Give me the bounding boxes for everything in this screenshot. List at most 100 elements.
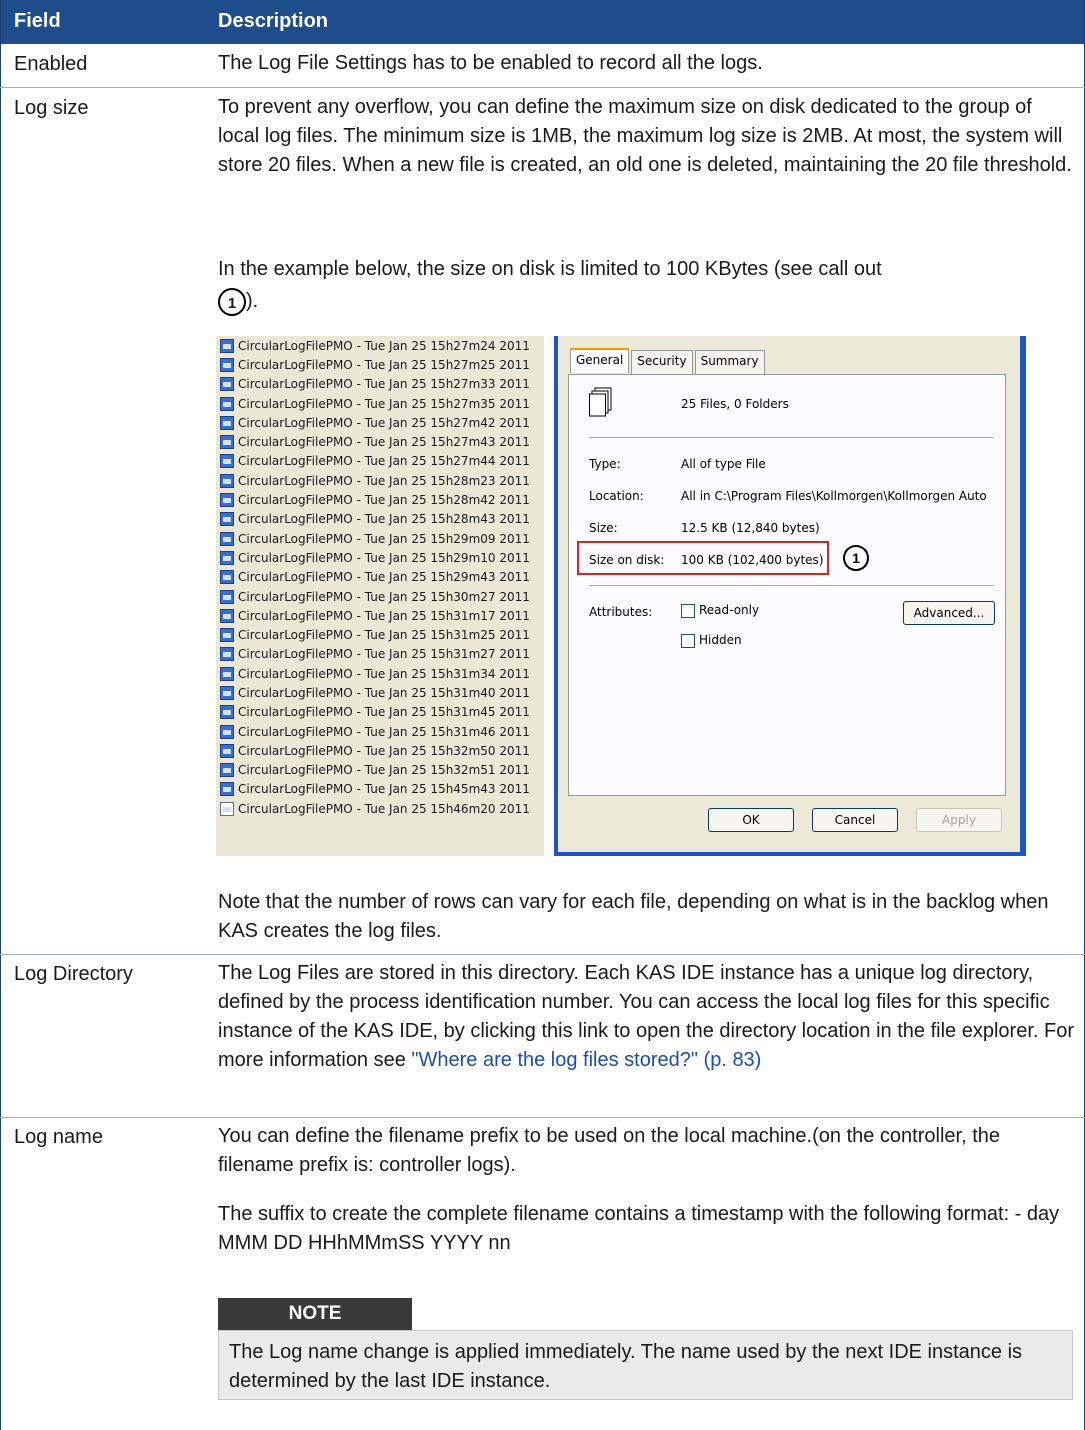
header-field: Field [14,10,61,32]
desc-log-size-p2-text: In the example below, the size on disk i… [218,258,882,280]
location-value: All in C:\Program Files\Kollmorgen\Kollm… [681,489,987,503]
file-list-item[interactable]: CircularLogFilePMO - Tue Jan 25 15h31m17… [216,606,544,625]
file-list-item[interactable]: CircularLogFilePMO - Tue Jan 25 15h27m43… [216,432,544,451]
ok-button[interactable]: OK [708,808,794,832]
log-file-icon [220,531,234,546]
checkbox-icon [681,603,695,618]
properties-dialog: General Security Summary 25 Files, 0 Fol… [554,336,1026,856]
log-file-icon [220,435,234,450]
desc-log-name-p1: You can define the filename prefix to be… [218,1125,1000,1176]
file-list-item[interactable]: CircularLogFilePMO - Tue Jan 25 15h27m24… [216,336,544,355]
log-file-icon [220,357,234,372]
log-location-link[interactable]: "Where are the log files stored?" (p. 83… [411,1049,761,1071]
note-title: NOTE [218,1298,412,1330]
file-list-item[interactable]: CircularLogFilePMO - Tue Jan 25 15h46m20… [216,799,544,818]
file-list-item[interactable]: CircularLogFilePMO - Tue Jan 25 15h29m43… [216,568,544,587]
file-name: CircularLogFilePMO - Tue Jan 25 15h27m43… [238,435,530,450]
type-label: Type: [589,457,621,471]
file-name: CircularLogFilePMO - Tue Jan 25 15h27m35… [238,396,530,411]
file-name: CircularLogFilePMO - Tue Jan 25 15h31m34… [238,666,530,681]
log-file-icon [220,550,234,565]
file-list-item[interactable]: CircularLogFilePMO - Tue Jan 25 15h29m10… [216,548,544,567]
location-label: Location: [589,489,644,503]
cancel-button[interactable]: Cancel [812,808,898,832]
file-name: CircularLogFilePMO - Tue Jan 25 15h27m33… [238,377,530,392]
file-list-item[interactable]: CircularLogFilePMO - Tue Jan 25 15h27m33… [216,375,544,394]
file-name: CircularLogFilePMO - Tue Jan 25 15h27m25… [238,357,530,372]
file-name: CircularLogFilePMO - Tue Jan 25 15h31m25… [238,628,530,643]
file-name: CircularLogFilePMO - Tue Jan 25 15h46m20… [238,801,530,816]
file-list-item[interactable]: CircularLogFilePMO - Tue Jan 25 15h31m27… [216,645,544,664]
advanced-button[interactable]: Advanced... [903,601,995,625]
field-log-size: Log size [14,97,89,119]
file-list-item[interactable]: CircularLogFilePMO - Tue Jan 25 15h32m51… [216,761,544,780]
file-name: CircularLogFilePMO - Tue Jan 25 15h29m43… [238,570,530,585]
file-name: CircularLogFilePMO - Tue Jan 25 15h29m10… [238,550,530,565]
file-name: CircularLogFilePMO - Tue Jan 25 15h31m46… [238,724,530,739]
field-log-directory: Log Directory [14,963,133,985]
hidden-label: Hidden [699,633,742,647]
log-file-icon [220,782,234,797]
readonly-label: Read-only [699,603,760,617]
file-name: CircularLogFilePMO - Tue Jan 25 15h28m43… [238,512,530,527]
file-name: CircularLogFilePMO - Tue Jan 25 15h27m42… [238,415,530,430]
log-file-icon [220,705,234,720]
log-file-icon [220,724,234,739]
file-list-item[interactable]: CircularLogFilePMO - Tue Jan 25 15h28m42… [216,490,544,509]
field-enabled: Enabled [14,53,88,75]
log-file-icon [220,493,234,508]
log-file-icon [220,338,234,353]
desc-log-name-p2: The suffix to create the complete filena… [218,1203,1060,1254]
file-list-item[interactable]: CircularLogFilePMO - Tue Jan 25 15h27m35… [216,394,544,413]
tab-general[interactable]: General [570,348,630,373]
log-file-icon [220,377,234,392]
file-list-item[interactable]: CircularLogFilePMO - Tue Jan 25 15h27m25… [216,355,544,374]
file-name: CircularLogFilePMO - Tue Jan 25 15h29m09… [238,531,530,546]
row-divider [0,1117,1085,1118]
log-file-icon [220,763,234,778]
log-file-icon [220,647,234,662]
tab-summary[interactable]: Summary [694,350,765,375]
desc-enabled: The Log File Settings has to be enabled … [218,52,763,74]
file-list-item[interactable]: CircularLogFilePMO - Tue Jan 25 15h31m25… [216,625,544,644]
file-name: CircularLogFilePMO - Tue Jan 25 15h28m42… [238,493,530,508]
file-name: CircularLogFilePMO - Tue Jan 25 15h31m45… [238,705,530,720]
file-list: CircularLogFilePMO - Tue Jan 25 15h27m24… [216,336,544,856]
field-log-name: Log name [14,1126,103,1148]
callout-1-marker: 1 [843,545,869,571]
file-list-item[interactable]: CircularLogFilePMO - Tue Jan 25 15h28m23… [216,471,544,490]
file-list-item[interactable]: CircularLogFilePMO - Tue Jan 25 15h30m27… [216,587,544,606]
desc-log-size-p1: To prevent any overflow, you can define … [218,96,1072,176]
apply-button[interactable]: Apply [916,808,1002,832]
tab-security[interactable]: Security [631,350,693,375]
file-name: CircularLogFilePMO - Tue Jan 25 15h27m24… [238,338,530,353]
file-name: CircularLogFilePMO - Tue Jan 25 15h45m43… [238,782,530,797]
readonly-checkbox[interactable]: Read-only [681,603,759,618]
hidden-checkbox[interactable]: Hidden [681,633,742,648]
file-list-item[interactable]: CircularLogFilePMO - Tue Jan 25 15h27m42… [216,413,544,432]
size-label: Size: [589,521,618,535]
log-file-icon [220,512,234,527]
dialog-tabs: General Security Summary [570,348,767,375]
file-list-item[interactable]: CircularLogFilePMO - Tue Jan 25 15h31m46… [216,722,544,741]
file-list-item[interactable]: CircularLogFilePMO - Tue Jan 25 15h27m44… [216,452,544,471]
file-name: CircularLogFilePMO - Tue Jan 25 15h32m50… [238,743,530,758]
files-summary: 25 Files, 0 Folders [681,397,789,411]
callout-1-icon: 1 [218,287,246,316]
file-list-item[interactable]: CircularLogFilePMO - Tue Jan 25 15h29m09… [216,529,544,548]
size-on-disk-highlight [577,541,829,575]
file-list-item[interactable]: CircularLogFilePMO - Tue Jan 25 15h31m40… [216,683,544,702]
size-value: 12.5 KB (12,840 bytes) [681,521,820,535]
file-list-item[interactable]: CircularLogFilePMO - Tue Jan 25 15h31m34… [216,664,544,683]
file-list-item[interactable]: CircularLogFilePMO - Tue Jan 25 15h45m43… [216,780,544,799]
desc-log-size-p2-tail: ). [246,290,259,312]
file-name: CircularLogFilePMO - Tue Jan 25 15h31m17… [238,608,530,623]
log-file-icon [220,454,234,469]
dialog-separator [589,585,993,586]
file-list-item[interactable]: CircularLogFilePMO - Tue Jan 25 15h32m50… [216,741,544,760]
file-list-item[interactable]: CircularLogFilePMO - Tue Jan 25 15h31m45… [216,703,544,722]
log-file-icon [220,570,234,585]
file-list-item[interactable]: CircularLogFilePMO - Tue Jan 25 15h28m43… [216,510,544,529]
file-name: CircularLogFilePMO - Tue Jan 25 15h30m27… [238,589,530,604]
log-file-icon [220,608,234,623]
